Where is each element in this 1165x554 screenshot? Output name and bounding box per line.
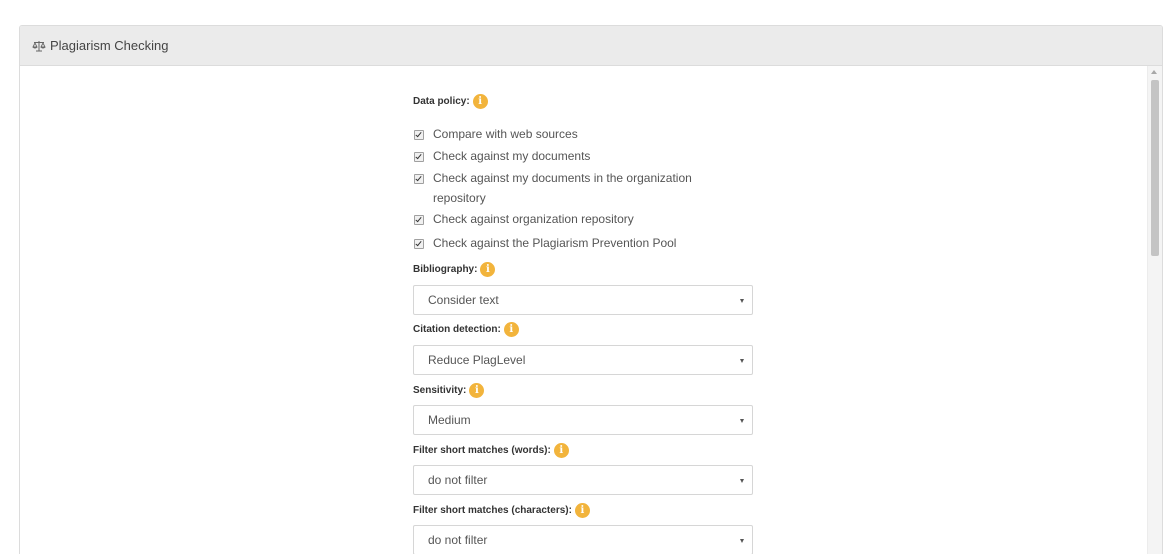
balance-scale-icon xyxy=(32,39,46,53)
sensitivity-label-text: Sensitivity: xyxy=(413,385,467,396)
filter-characters-label-text: Filter short matches (characters): xyxy=(413,505,572,516)
filter-characters-select[interactable]: do not filter xyxy=(413,525,753,554)
panel-title: Plagiarism Checking xyxy=(50,38,169,53)
my-documents-org-repo-label: Check against my documents in the organi… xyxy=(433,171,692,205)
sensitivity-select[interactable]: Medium xyxy=(413,405,753,435)
sensitivity-info-icon[interactable]: i xyxy=(469,383,485,398)
org-repository-label: Check against organization repository xyxy=(433,212,634,226)
scrollbar-thumb[interactable] xyxy=(1151,80,1159,256)
org-repository-checkbox[interactable] xyxy=(414,215,424,225)
plagiarism-checking-panel: Plagiarism Checking Data policy: i Compa… xyxy=(19,25,1163,554)
filter-characters-caret-icon xyxy=(740,539,744,543)
sensitivity-select-value: Medium xyxy=(428,413,471,427)
bibliography-label-text: Bibliography: xyxy=(413,264,478,275)
page: Plagiarism Checking Data policy: i Compa… xyxy=(0,0,1165,554)
citation-detection-select-value: Reduce PlagLevel xyxy=(428,353,526,367)
bibliography-select-value: Consider text xyxy=(428,293,499,307)
citation-detection-info-icon[interactable]: i xyxy=(503,322,519,337)
option-my-documents[interactable]: Check against my documents xyxy=(414,146,723,166)
prevention-pool-checkbox[interactable] xyxy=(414,239,424,249)
option-my-documents-org-repo[interactable]: Check against my documents in the organi… xyxy=(414,168,723,208)
panel-body: Data policy: i Compare with web sources … xyxy=(20,66,1162,554)
web-sources-label: Compare with web sources xyxy=(433,127,578,141)
sensitivity-caret-icon xyxy=(740,419,744,423)
bibliography-select[interactable]: Consider text xyxy=(413,285,753,315)
sensitivity-label: Sensitivity: i xyxy=(413,383,485,398)
my-documents-checkbox[interactable] xyxy=(414,152,424,162)
option-org-repository[interactable]: Check against organization repository xyxy=(414,209,723,229)
filter-words-caret-icon xyxy=(740,479,744,483)
citation-detection-select[interactable]: Reduce PlagLevel xyxy=(413,345,753,375)
panel-heading: Plagiarism Checking xyxy=(20,26,1162,66)
filter-characters-info-icon[interactable]: i xyxy=(574,503,590,518)
option-prevention-pool[interactable]: Check against the Plagiarism Prevention … xyxy=(414,233,723,253)
prevention-pool-label: Check against the Plagiarism Prevention … xyxy=(433,236,677,250)
web-sources-checkbox[interactable] xyxy=(414,130,424,140)
data-policy-label-text: Data policy: xyxy=(413,96,470,107)
my-documents-label: Check against my documents xyxy=(433,149,591,163)
filter-words-select-value: do not filter xyxy=(428,473,488,487)
bibliography-info-icon[interactable]: i xyxy=(480,262,496,277)
citation-detection-label: Citation detection: i xyxy=(413,322,519,337)
vertical-scrollbar[interactable] xyxy=(1147,66,1162,554)
citation-detection-caret-icon xyxy=(740,359,744,363)
citation-detection-label-text: Citation detection: xyxy=(413,324,501,335)
filter-words-label-text: Filter short matches (words): xyxy=(413,445,551,456)
data-policy-label: Data policy: i xyxy=(413,94,488,109)
bibliography-label: Bibliography: i xyxy=(413,262,496,277)
scroll-up-arrow-icon[interactable] xyxy=(1151,70,1157,74)
option-web-sources[interactable]: Compare with web sources xyxy=(414,124,723,144)
filter-characters-select-value: do not filter xyxy=(428,533,488,547)
bibliography-caret-icon xyxy=(740,299,744,303)
data-policy-info-icon[interactable]: i xyxy=(472,94,488,109)
filter-words-select[interactable]: do not filter xyxy=(413,465,753,495)
filter-characters-label: Filter short matches (characters): i xyxy=(413,503,590,518)
my-documents-org-repo-checkbox[interactable] xyxy=(414,174,424,184)
filter-words-label: Filter short matches (words): i xyxy=(413,443,569,458)
filter-words-info-icon[interactable]: i xyxy=(553,443,569,458)
